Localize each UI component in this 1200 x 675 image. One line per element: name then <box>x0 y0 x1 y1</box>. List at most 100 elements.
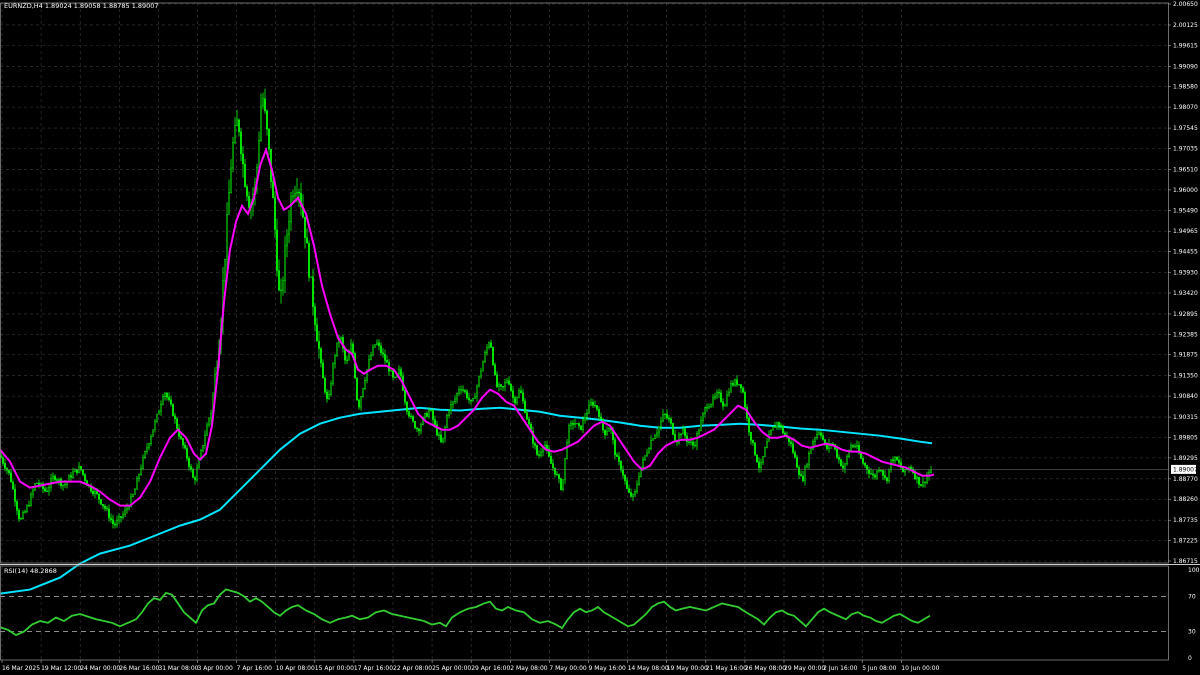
candle-body <box>462 389 464 391</box>
candle-body <box>512 390 514 398</box>
time-tick-label: 26 Mar 16:00 <box>119 665 159 672</box>
candle-body <box>340 337 342 340</box>
candle-body <box>360 396 362 408</box>
candle-body <box>118 516 120 521</box>
candle-body <box>798 467 800 475</box>
candle-body <box>122 514 124 518</box>
candle-body <box>146 447 148 452</box>
time-tick-label: 5 Jun 08:00 <box>862 665 896 672</box>
candle-body <box>878 470 880 472</box>
candle-body <box>536 445 538 455</box>
candle-body <box>820 432 822 436</box>
candle-body <box>558 474 560 479</box>
candle-body <box>672 423 674 435</box>
candle-body <box>188 457 190 467</box>
candle-body <box>724 404 726 407</box>
candle-body <box>866 465 868 470</box>
candle-body <box>726 394 728 406</box>
candle-body <box>418 428 420 432</box>
candle-body <box>458 389 460 394</box>
candle-body <box>562 479 564 490</box>
candle-body <box>790 441 792 445</box>
candle-body <box>804 466 806 481</box>
candle-body <box>64 484 66 486</box>
candle-body <box>882 470 884 476</box>
candle-body <box>296 191 298 194</box>
candle-body <box>72 471 74 478</box>
candle-body <box>20 518 22 520</box>
candle-body <box>312 276 314 307</box>
candle-body <box>616 454 618 457</box>
candle-body <box>176 418 178 429</box>
candle-body <box>168 397 170 400</box>
candle-body <box>70 475 72 478</box>
candle-body <box>306 237 308 244</box>
candle-body <box>682 428 684 435</box>
candle-body <box>272 181 274 199</box>
candle-body <box>656 432 658 436</box>
candle-body <box>504 382 506 387</box>
candle-body <box>8 469 10 473</box>
candle-body <box>718 392 720 394</box>
candle-body <box>474 396 476 399</box>
candle-body <box>430 410 432 412</box>
candle-body <box>166 392 168 398</box>
candle-body <box>408 411 410 417</box>
candle-body <box>762 456 764 463</box>
price-tick-label: 1.86715 <box>1173 558 1198 565</box>
candle-body <box>852 445 854 447</box>
candle-body <box>856 444 858 447</box>
candle-body <box>556 474 558 476</box>
candle-body <box>446 415 448 428</box>
candle-body <box>802 475 804 481</box>
candle-body <box>652 438 654 441</box>
time-tick-label: 3 Apr 00:00 <box>198 665 233 672</box>
candle-body <box>546 444 548 450</box>
candle-body <box>902 467 904 473</box>
candle-body <box>346 359 348 361</box>
candle-body <box>742 387 744 393</box>
candle-body <box>206 424 208 436</box>
candle-body <box>448 410 450 416</box>
candle-body <box>368 359 370 370</box>
candle-body <box>84 474 86 481</box>
candle-body <box>292 195 294 198</box>
candle-body <box>170 399 172 405</box>
rsi-tick-label: 70 <box>1188 593 1196 600</box>
candle-body <box>712 397 714 405</box>
time-tick-label: 10 Jun 00:00 <box>901 665 939 672</box>
candle-body <box>76 469 78 473</box>
time-tick-label: 22 Apr 08:00 <box>393 665 432 672</box>
candle-body <box>592 401 594 406</box>
candle-body <box>48 486 50 492</box>
candle-body <box>134 489 136 495</box>
price-tick-label: 1.92385 <box>1173 331 1198 338</box>
candle-body <box>230 167 232 193</box>
candle-body <box>522 392 524 402</box>
candle-body <box>282 280 284 291</box>
candle-body <box>732 383 734 386</box>
candle-body <box>184 444 186 449</box>
candle-body <box>560 478 562 490</box>
candle-body <box>12 481 14 490</box>
candle-body <box>464 390 466 392</box>
candle-body <box>750 431 752 441</box>
candle-body <box>318 340 320 349</box>
candle-body <box>56 479 58 481</box>
candle-body <box>752 440 754 443</box>
time-tick-label: 17 Apr 16:00 <box>354 665 393 672</box>
candle-body <box>892 459 894 462</box>
candle-body <box>758 461 760 469</box>
candle-body <box>110 517 112 520</box>
candle-body <box>404 390 406 403</box>
candle-body <box>304 216 306 239</box>
candle-body <box>412 416 414 422</box>
candle-body <box>774 426 776 428</box>
candle-body <box>506 380 508 383</box>
candle-body <box>926 475 928 483</box>
candle-body <box>930 470 932 473</box>
trading-chart[interactable]: 2.00650 2.00125 1.99615 1.99090 1.98580 1.980… <box>0 0 1200 675</box>
time-tick-label: 25 Apr 00:00 <box>432 665 471 672</box>
candle-body <box>486 347 488 353</box>
candle-body <box>94 490 96 495</box>
